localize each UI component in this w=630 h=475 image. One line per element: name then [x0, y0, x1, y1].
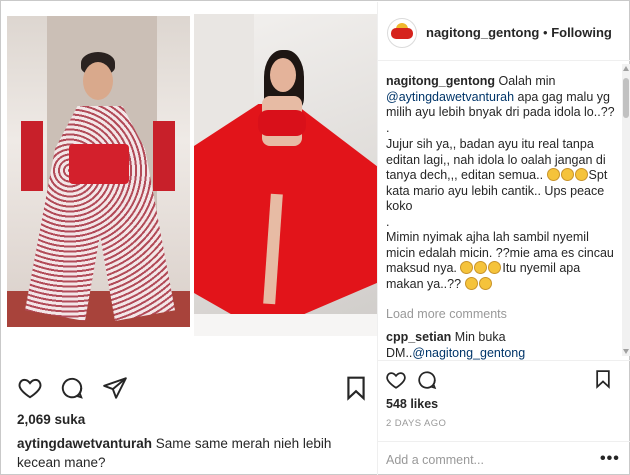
comment-dot: . [386, 214, 390, 229]
laughing-emoji-icon [546, 168, 560, 181]
grin-emoji-icon [460, 261, 474, 274]
comment-line-1: Oalah min [498, 74, 556, 88]
laughing-emoji-icon [574, 168, 588, 181]
comment-username[interactable]: nagitong_gentong [386, 74, 495, 88]
bookmark-icon[interactable] [343, 375, 369, 401]
post-media[interactable] [2, 2, 378, 340]
scroll-down-arrow-icon[interactable] [623, 349, 629, 354]
share-icon[interactable] [102, 375, 128, 401]
reply-comment: cpp_setian Min buka DM..@nagitong_genton… [386, 330, 618, 360]
comment-scrollbar[interactable] [622, 64, 630, 356]
scroll-up-arrow-icon[interactable] [623, 66, 629, 71]
following-button[interactable]: Following [551, 25, 612, 40]
left-action-bar [17, 375, 367, 403]
more-options-icon[interactable]: ••• [600, 450, 620, 468]
post-header: nagitong_gentong • Following [378, 2, 630, 61]
post-author-row: nagitong_gentong • Following [426, 25, 612, 40]
comment-list[interactable]: nagitong_gentong Oalah min @aytingdawetv… [378, 62, 623, 360]
post-caption: aytingdawetvanturah Same same merah nieh… [17, 434, 367, 472]
comment-icon[interactable] [416, 369, 438, 391]
grin-emoji-icon [474, 261, 488, 274]
avatar[interactable] [387, 18, 417, 48]
heart-icon[interactable] [17, 375, 43, 401]
scrollbar-thumb[interactable] [623, 78, 629, 118]
caption-username[interactable]: aytingdawetvanturah [17, 436, 152, 451]
panel-actions: 548 likes 2 DAYS AGO ••• [378, 360, 630, 475]
comment-mention[interactable]: @aytingdawetvanturah [386, 90, 514, 104]
reply-username[interactable]: cpp_setian [386, 330, 451, 344]
instagram-post-window: 2,069 suka aytingdawetvanturah Same same… [0, 0, 630, 475]
author-username[interactable]: nagitong_gentong [426, 25, 539, 40]
photo-right-red-gown [194, 14, 378, 336]
load-more-comments-link[interactable]: Load more comments [386, 307, 507, 321]
comment-icon[interactable] [59, 375, 85, 401]
post-side-panel: nagitong_gentong • Following nagitong_ge… [377, 2, 630, 475]
like-count[interactable]: 2,069 suka [17, 412, 85, 427]
photo-left-kimono-dress [7, 16, 190, 327]
heart-icon[interactable] [385, 369, 407, 391]
reply-mention[interactable]: @nagitong_gentong [412, 346, 525, 360]
weary-emoji-icon [478, 276, 492, 290]
author-comment: nagitong_gentong Oalah min @aytingdawetv… [386, 74, 618, 292]
separator-dot: • [543, 25, 548, 40]
post-timestamp[interactable]: 2 DAYS AGO [386, 418, 446, 429]
weary-emoji-icon [464, 276, 478, 290]
grin-emoji-icon [488, 261, 502, 274]
add-comment-bar: ••• [378, 441, 630, 475]
laughing-emoji-icon [560, 168, 574, 181]
like-count[interactable]: 548 likes [386, 397, 438, 411]
bookmark-icon[interactable] [593, 369, 613, 389]
add-comment-input[interactable] [386, 451, 586, 469]
